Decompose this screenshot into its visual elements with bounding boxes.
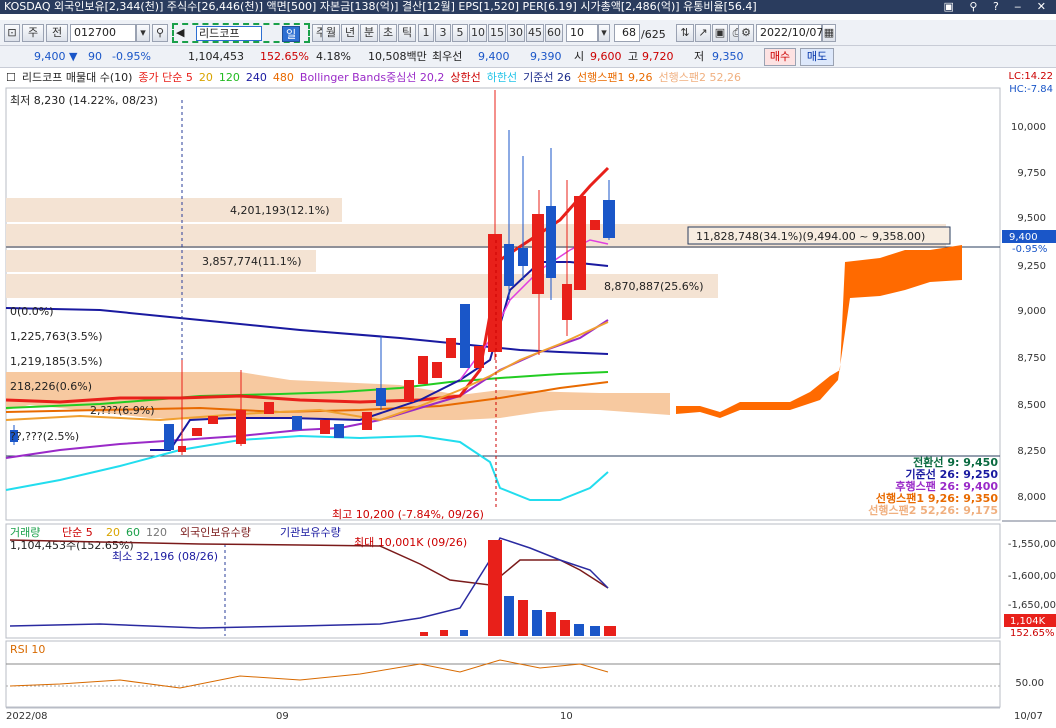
candle xyxy=(362,412,372,430)
candle xyxy=(574,196,586,290)
volume-bar xyxy=(532,610,542,636)
volume-bar xyxy=(518,600,528,636)
price-axis-divider xyxy=(1002,520,1056,522)
vp-label: 0(0.0%) xyxy=(10,305,54,318)
high-note: 최고 10,200 (-7.84%, 09/26) xyxy=(332,508,484,521)
ichimoku-lead1: 선행스팬1 9,26: 9,350 xyxy=(876,491,998,505)
candle xyxy=(418,356,428,384)
vp-label: 2,???(6.9%) xyxy=(90,404,155,417)
vol-axis-tick: -1,550,00 xyxy=(1008,539,1056,550)
candle xyxy=(460,304,470,368)
price-tick: 8,250 xyxy=(1017,446,1046,457)
volume-bar xyxy=(460,630,468,636)
low-note: 최저 8,230 (14.22%, 08/23) xyxy=(10,94,158,107)
ichimoku-conversion: 전환선 9: 9,450 xyxy=(913,455,998,469)
price-tick: 8,500 xyxy=(1017,400,1046,411)
candle xyxy=(518,248,528,266)
vol-legend-volume[interactable]: 거래량 xyxy=(10,526,40,539)
candle xyxy=(404,380,414,402)
vol-legend-ma20[interactable]: 20 xyxy=(106,526,120,539)
vol-axis-tick: -1,600,00 xyxy=(1008,571,1056,582)
date-tick: 2022/08 xyxy=(6,711,48,722)
price-tick: 9,500 xyxy=(1017,213,1046,224)
volume-bar xyxy=(604,626,616,636)
vol-legend-ma120[interactable]: 120 xyxy=(146,526,167,539)
ichimoku-lagging: 후행스팬 26: 9,400 xyxy=(895,479,998,493)
candle xyxy=(376,388,386,406)
candle xyxy=(178,446,186,452)
volume-tag-value: 1,104K xyxy=(1010,616,1046,627)
volume-panel-frame xyxy=(5,523,1001,639)
volume-bar xyxy=(574,624,584,636)
candle xyxy=(474,346,484,368)
rsi-panel-frame xyxy=(5,640,1001,708)
volume-bar xyxy=(560,620,570,636)
candle xyxy=(432,362,442,378)
candle xyxy=(603,200,615,238)
vol-max-note: 최대 10,001K (09/26) xyxy=(354,536,467,549)
vol-legend-foreign[interactable]: 외국인보유수량 xyxy=(180,526,251,539)
volume-bar xyxy=(590,626,600,636)
hc-label: HC:-7.84 xyxy=(1009,84,1053,95)
vp-label: 4,201,193(12.1%) xyxy=(230,204,330,217)
current-price-value: 9,400 xyxy=(1009,232,1038,243)
current-price-pct: -0.95% xyxy=(1012,244,1047,255)
price-tick: 10,000 xyxy=(1011,122,1046,133)
date-tick: 09 xyxy=(276,711,289,722)
vp-label: 8,870,887(25.6%) xyxy=(604,280,704,293)
candle xyxy=(192,428,202,436)
volume-bar xyxy=(546,612,556,636)
date-tick: 10 xyxy=(560,711,573,722)
future-ichimoku-cloud xyxy=(676,245,962,418)
rsi-axis-tick: 50.00 xyxy=(1015,678,1044,689)
vp-label: 3,857,774(11.1%) xyxy=(202,255,302,268)
volume-bar xyxy=(440,630,448,636)
candle xyxy=(320,420,330,434)
candle xyxy=(590,220,600,230)
vol-legend-institution[interactable]: 기관보유수량 xyxy=(280,526,341,539)
price-tick: 9,000 xyxy=(1017,306,1046,317)
candle xyxy=(164,424,174,450)
candle xyxy=(546,206,556,278)
candle xyxy=(488,234,502,352)
candle xyxy=(504,244,514,286)
volume-tag-pct: 152.65% xyxy=(1010,628,1055,639)
vp-label: ??,???(2.5%) xyxy=(10,430,79,443)
vol-legend-ma5[interactable]: 단순 5 xyxy=(62,526,93,539)
candle xyxy=(264,402,274,414)
price-tick: 8,750 xyxy=(1017,353,1046,364)
candle xyxy=(446,338,456,358)
vp-label: 1,219,185(3.5%) xyxy=(10,355,103,368)
candle xyxy=(208,416,218,424)
candle xyxy=(236,410,246,444)
volume-bar xyxy=(420,632,428,636)
date-tick: 10/07 xyxy=(1014,711,1043,722)
vol-min-note: 최소 32,196 (08/26) xyxy=(112,550,218,563)
vp-label: 218,226(0.6%) xyxy=(10,380,92,393)
lc-label: LC:14.22 xyxy=(1008,71,1053,82)
vp-label: 1,225,763(3.5%) xyxy=(10,330,103,343)
vp-label: 11,828,748(34.1%)(9,494.00 ~ 9,358.00) xyxy=(696,230,925,243)
ichimoku-base: 기준선 26: 9,250 xyxy=(905,467,998,481)
candle xyxy=(532,214,544,294)
vol-legend-ma60[interactable]: 60 xyxy=(126,526,140,539)
candle xyxy=(562,284,572,320)
volume-bar xyxy=(504,596,514,636)
price-panel-frame xyxy=(5,87,1001,521)
chart-canvas[interactable]: 10,000 9,750 9,500 9,250 9,000 8,750 8,5… xyxy=(0,0,1056,728)
vol-axis-tick: -1,650,00 xyxy=(1008,600,1056,611)
volume-bars xyxy=(420,540,616,636)
volume-bar xyxy=(488,540,502,636)
ichimoku-lead2: 선행스팬2 52,26: 9,175 xyxy=(868,503,998,517)
price-tick: 8,000 xyxy=(1017,492,1046,503)
candle xyxy=(292,416,302,430)
price-tick: 9,750 xyxy=(1017,168,1046,179)
price-tick: 9,250 xyxy=(1017,261,1046,272)
rsi-legend[interactable]: RSI 10 xyxy=(10,643,45,656)
candle xyxy=(334,424,344,438)
